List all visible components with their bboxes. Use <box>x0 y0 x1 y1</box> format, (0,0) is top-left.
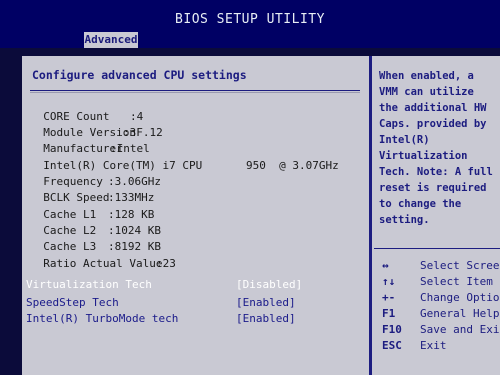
info-ratio-actual: Ratio Actual Value:23 <box>30 243 176 271</box>
key-f1: F1 <box>382 307 396 320</box>
info-value: :133MHz <box>108 191 155 204</box>
heading-divider-shadow <box>30 92 360 93</box>
info-value: :1024 KB <box>108 224 161 237</box>
key-hint-select-item: ↑↓ Select Item <box>382 274 493 290</box>
heading-divider <box>30 90 360 91</box>
help-text: When enabled, a VMM can utilize the addi… <box>379 70 493 226</box>
info-value: :23 <box>156 257 176 270</box>
left-right-arrow-icon: ↔ <box>382 259 389 272</box>
key-desc: Select Item <box>420 275 493 288</box>
option-virtualization-tech[interactable]: Virtualization Tech [Disabled] <box>26 277 302 292</box>
info-value: :128 KB <box>108 208 155 221</box>
tab-advanced[interactable]: Advanced <box>84 32 138 48</box>
plus-minus-icon: +- <box>382 291 396 304</box>
key-hint-select-screen: ↔ Select Screen <box>382 258 500 274</box>
key-desc: Save and Exit <box>420 323 500 336</box>
help-divider <box>374 248 500 249</box>
key-f10: F10 <box>382 323 402 336</box>
option-speedstep-tech[interactable]: SpeedStep Tech [Enabled] <box>26 295 296 310</box>
key-hint-change-option: +- Change Option <box>382 290 500 306</box>
page-title: Configure advanced CPU settings <box>32 68 247 82</box>
info-value: 950 @ 3.07GHz <box>246 159 339 172</box>
option-value[interactable]: [Enabled] <box>236 311 296 326</box>
key-esc: ESC <box>382 339 402 352</box>
info-label: Ratio Actual Value <box>43 257 163 270</box>
option-turbomode-tech[interactable]: Intel(R) TurboMode tech [Enabled] <box>26 311 296 326</box>
info-value: :3F.12 <box>123 126 163 139</box>
key-hint-exit: ESC Exit <box>382 338 447 354</box>
bios-title: BIOS SETUP UTILITY <box>175 12 325 27</box>
info-value: :3.06GHz <box>108 175 161 188</box>
option-label: Intel(R) TurboMode tech <box>26 312 179 325</box>
key-desc: Change Option <box>420 291 500 304</box>
key-desc: Exit <box>420 339 447 352</box>
key-hint-save-exit: F10 Save and Exit <box>382 322 500 338</box>
key-hint-general-help: F1 General Help <box>382 306 499 322</box>
option-label: Virtualization Tech <box>26 278 152 291</box>
option-value[interactable]: [Disabled] <box>236 277 302 292</box>
option-label: SpeedStep Tech <box>26 296 119 309</box>
key-desc: Select Screen <box>420 259 500 272</box>
key-desc: General Help <box>420 307 500 320</box>
option-value[interactable]: [Enabled] <box>236 295 296 310</box>
up-down-arrow-icon: ↑↓ <box>382 275 396 288</box>
